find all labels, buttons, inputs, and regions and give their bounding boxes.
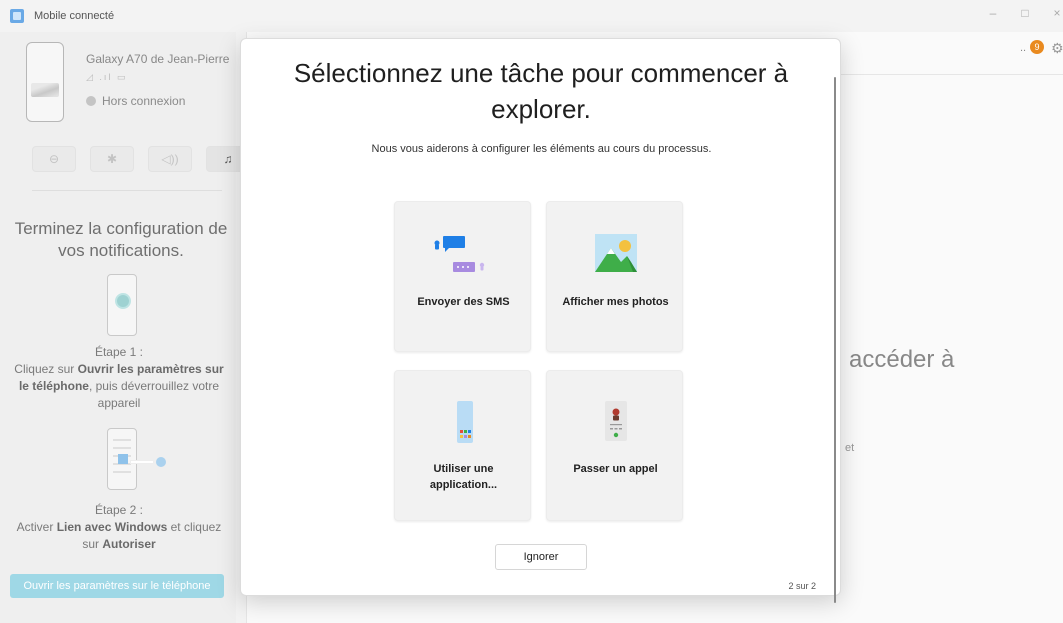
dialog-subtitle: Nous vous aiderons à configurer les élém… [371,143,712,155]
notification-badge[interactable]: 9 [1030,40,1044,54]
step2-label: Étape 2 : [94,503,144,517]
volume-button[interactable]: ◁)) [148,146,192,172]
step1-phone-illustration [107,274,137,336]
phone-image [26,42,64,122]
device-sidebar: Galaxy A70 de Jean-Pierre ◿ .ıl ▭ Hors c… [0,32,250,623]
do-not-disturb-button[interactable]: ⊖ [32,146,76,172]
step1-text: Étape 1 : Cliquez sur Ouvrir les paramèt… [8,344,230,412]
title-bar: Mobile connecté – □ × [0,0,1063,32]
dialog-title: Sélectionnez une tâche pour commencer à … [293,58,789,124]
device-status-label: Hors connexion [102,94,186,108]
device-status: Hors connexion [86,94,185,108]
minus-circle-icon: ⊖ [48,152,60,166]
setup-title: Terminez la configuration de vos notific… [14,219,228,260]
quick-actions: ⊖ ✱ ◁)) ♫ [32,146,250,172]
volume-icon: ◁)) [161,152,179,166]
signal-battery-icon: ◿ .ıl ▭ [86,72,128,82]
task-label: Envoyer des SMS [417,296,510,308]
settings-app-icon [115,293,131,309]
call-icon [605,401,627,441]
task-card-photos[interactable]: Afficher mes photos [546,201,683,352]
window-title: Mobile connecté [34,10,115,22]
device-name: Galaxy A70 de Jean-Pierre [86,52,230,66]
step1-label: Étape 1 : [94,345,144,359]
app-icon [10,9,24,23]
more-dots: .. [1020,42,1027,54]
messages-icon [434,236,485,272]
task-card-apps[interactable]: Utiliser une application... [394,370,531,521]
step2-text: Étape 2 : Activer Lien avec Windows et c… [8,502,230,553]
step2-instructions: Activer Lien avec Windows et cliquez sur… [16,520,222,551]
task-card-sms[interactable]: Envoyer des SMS [394,201,531,352]
gear-icon[interactable]: ⚙ [1051,40,1063,57]
page-indicator: 2 sur 2 [788,581,816,591]
ignore-button[interactable]: Ignorer [495,544,587,570]
scrollbar[interactable] [834,77,836,603]
bluetooth-button[interactable]: ✱ [90,146,134,172]
step1-instructions: Cliquez sur Ouvrir les paramètres sur le… [14,362,224,410]
maximize-icon[interactable]: □ [1019,6,1031,20]
task-label: Afficher mes photos [562,296,669,308]
photos-icon [595,234,637,272]
background-heading: accéder à [849,346,955,373]
background-text: et [845,442,855,454]
close-icon[interactable]: × [1051,6,1063,20]
apps-icon [457,401,473,443]
status-dot-icon [86,96,96,106]
divider [32,190,222,191]
task-selection-dialog: Sélectionnez une tâche pour commencer à … [240,38,841,603]
window-controls: – □ × [987,6,1063,20]
minimize-icon[interactable]: – [987,6,999,20]
open-phone-settings-button[interactable]: Ouvrir les paramètres sur le téléphone [10,574,224,598]
task-card-call[interactable]: Passer un appel [546,370,683,521]
task-label: Passer un appel [573,463,658,475]
task-label: Utiliser une application... [429,463,498,491]
toggle-illustration [118,454,170,467]
music-note-icon: ♫ [223,152,233,166]
bluetooth-icon: ✱ [106,152,118,166]
